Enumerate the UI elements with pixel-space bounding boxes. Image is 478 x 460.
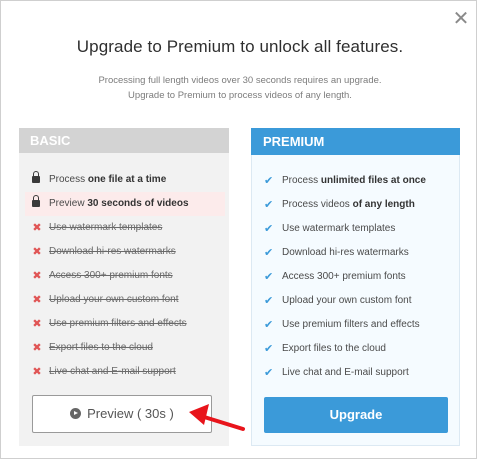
- basic-feature-filters-effects: ✖ Use premium filters and effects: [25, 312, 225, 336]
- x-icon: ✖: [32, 366, 42, 378]
- premium-feature-support: ✔ Live chat and E-mail support: [262, 361, 457, 385]
- basic-feature-custom-font: ✖ Upload your own custom font: [25, 288, 225, 312]
- premium-plan-title: PREMIUM: [251, 128, 460, 155]
- subtitle-line-2: Upgrade to Premium to process videos of …: [128, 90, 352, 101]
- preview-button[interactable]: Preview ( 30s ): [32, 395, 212, 433]
- x-icon: ✖: [32, 318, 42, 330]
- upgrade-button[interactable]: Upgrade: [264, 397, 448, 433]
- basic-feature-export-cloud: ✖ Export files to the cloud: [25, 336, 225, 360]
- check-icon: ✔: [264, 367, 274, 379]
- upgrade-dialog: ✕ Upgrade to Premium to unlock all featu…: [0, 0, 477, 459]
- premium-feature-filters-effects: ✔ Use premium filters and effects: [262, 313, 457, 337]
- check-icon: ✔: [264, 295, 274, 307]
- check-icon: ✔: [264, 175, 274, 187]
- premium-feature-export-cloud: ✔ Export files to the cloud: [262, 337, 457, 361]
- premium-feature-watermark-templates: ✔ Use watermark templates: [262, 217, 457, 241]
- check-icon: ✔: [264, 343, 274, 355]
- basic-feature-support: ✖ Live chat and E-mail support: [25, 360, 225, 384]
- x-icon: ✖: [32, 222, 42, 234]
- premium-feature-unlimited-files: ✔ Process unlimited files at once: [262, 169, 457, 193]
- basic-feature-one-file: Process one file at a time: [25, 168, 225, 192]
- premium-feature-premium-fonts: ✔ Access 300+ premium fonts: [262, 265, 457, 289]
- basic-feature-watermark-templates: ✖ Use watermark templates: [25, 216, 225, 240]
- premium-plan-card: PREMIUM ✔ Process unlimited files at once…: [251, 128, 460, 446]
- check-icon: ✔: [264, 199, 274, 211]
- basic-feature-list: Process one file at a time Preview 30 se…: [25, 168, 225, 384]
- basic-feature-hires-watermarks: ✖ Download hi-res watermarks: [25, 240, 225, 264]
- x-icon: ✖: [32, 246, 42, 258]
- basic-feature-premium-fonts: ✖ Access 300+ premium fonts: [25, 264, 225, 288]
- x-icon: ✖: [32, 342, 42, 354]
- check-icon: ✔: [264, 223, 274, 235]
- x-icon: ✖: [32, 270, 42, 282]
- lock-icon: [32, 195, 40, 207]
- premium-feature-any-length: ✔ Process videos of any length: [262, 193, 457, 217]
- basic-plan-title: BASIC: [19, 128, 229, 153]
- dialog-title: Upgrade to Premium to unlock all feature…: [76, 37, 404, 56]
- subtitle-line-1: Processing full length videos over 30 se…: [98, 75, 382, 86]
- premium-feature-custom-font: ✔ Upload your own custom font: [262, 289, 457, 313]
- check-icon: ✔: [264, 319, 274, 331]
- play-icon: [70, 408, 82, 419]
- x-icon: ✖: [32, 294, 42, 306]
- check-icon: ✔: [264, 271, 274, 283]
- dialog-subtitle: Processing full length videos over 30 se…: [1, 73, 478, 103]
- premium-feature-hires-watermarks: ✔ Download hi-res watermarks: [262, 241, 457, 265]
- check-icon: ✔: [264, 247, 274, 259]
- lock-icon: [32, 171, 40, 183]
- basic-feature-preview: Preview 30 seconds of videos: [25, 192, 225, 216]
- annotation-arrow-icon: [189, 404, 245, 431]
- premium-feature-list: ✔ Process unlimited files at once ✔ Proces…: [262, 169, 457, 385]
- close-icon[interactable]: ✕: [451, 9, 471, 29]
